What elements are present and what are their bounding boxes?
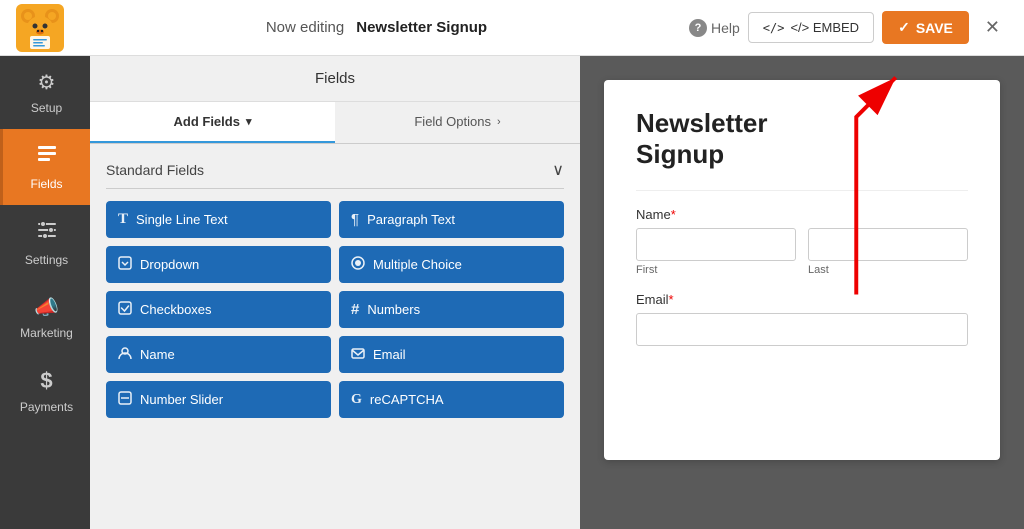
name-inputs: First Last: [636, 228, 968, 276]
numbers-button[interactable]: # Numbers: [339, 291, 564, 328]
last-name-input[interactable]: [808, 228, 968, 261]
top-bar-actions: ? Help </> </> EMBED ✓ SAVE ✕: [689, 11, 1008, 44]
setup-icon: ⚙: [38, 70, 56, 95]
chevron-right-icon: ›: [497, 116, 501, 128]
email-input[interactable]: [636, 313, 968, 346]
name-button[interactable]: Name: [106, 336, 331, 373]
email-label: Email: [373, 347, 406, 362]
tabs-row: Add Fields ▾ Field Options ›: [90, 102, 580, 144]
logo: [16, 4, 64, 52]
section-collapse-icon[interactable]: ∨: [552, 160, 564, 180]
checkboxes-label: Checkboxes: [140, 302, 212, 317]
name-label: Name: [140, 347, 175, 362]
paragraph-text-label: Paragraph Text: [367, 212, 455, 227]
sidebar-item-setup[interactable]: ⚙ Setup: [0, 56, 90, 129]
name-label: Name*: [636, 207, 968, 222]
sidebar-label-setup: Setup: [31, 101, 62, 115]
multiple-choice-icon: [351, 256, 365, 273]
bear-icon: [16, 4, 64, 52]
preview-panel: Newsletter Signup Name* First Last: [580, 56, 1024, 529]
numbers-icon: #: [351, 301, 359, 318]
number-slider-button[interactable]: Number Slider: [106, 381, 331, 418]
form-title: Newsletter Signup: [636, 108, 968, 170]
main-layout: ⚙ Setup Fields Settings 📣 Marketing $ Pa…: [0, 56, 1024, 529]
multiple-choice-label: Multiple Choice: [373, 257, 462, 272]
first-name-wrap: First: [636, 228, 796, 276]
form-preview: Newsletter Signup Name* First Last: [604, 80, 1000, 460]
fields-title: Fields: [315, 70, 355, 87]
standard-fields-header: Standard Fields ∨: [106, 160, 564, 189]
help-button[interactable]: ? Help: [689, 19, 740, 37]
dropdown-button[interactable]: Dropdown: [106, 246, 331, 283]
code-icon: </>: [763, 21, 785, 35]
email-label: Email*: [636, 292, 968, 307]
last-name-wrap: Last: [808, 228, 968, 276]
fields-header: Fields: [90, 56, 580, 102]
sidebar: ⚙ Setup Fields Settings 📣 Marketing $ Pa…: [0, 56, 90, 529]
sidebar-item-payments[interactable]: $ Payments: [0, 354, 90, 428]
settings-icon: [36, 219, 58, 247]
number-slider-icon: [118, 391, 132, 408]
tab-add-fields[interactable]: Add Fields ▾: [90, 102, 335, 143]
top-bar: Now editing Newsletter Signup ? Help </>…: [0, 0, 1024, 56]
tab-add-fields-label: Add Fields: [174, 114, 240, 129]
recaptcha-button[interactable]: G reCAPTCHA: [339, 381, 564, 418]
tab-field-options[interactable]: Field Options ›: [335, 102, 580, 143]
single-line-text-icon: T: [118, 211, 128, 228]
paragraph-text-icon: ¶: [351, 211, 359, 228]
email-field-group: Email*: [636, 292, 968, 346]
email-icon: [351, 346, 365, 363]
name-field-group: Name* First Last: [636, 207, 968, 276]
recaptcha-label: reCAPTCHA: [370, 392, 444, 407]
first-name-input[interactable]: [636, 228, 796, 261]
dropdown-label: Dropdown: [140, 257, 199, 272]
sidebar-item-fields[interactable]: Fields: [0, 129, 90, 205]
checkboxes-button[interactable]: Checkboxes: [106, 291, 331, 328]
sidebar-label-fields: Fields: [30, 177, 62, 191]
recaptcha-icon: G: [351, 392, 362, 408]
marketing-icon: 📣: [34, 295, 59, 320]
numbers-label: Numbers: [367, 302, 420, 317]
section-title: Standard Fields: [106, 162, 204, 178]
name-icon: [118, 346, 132, 363]
embed-button[interactable]: </> </> EMBED: [748, 12, 874, 43]
fields-icon: [36, 143, 58, 171]
email-required-star: *: [669, 292, 674, 307]
multiple-choice-button[interactable]: Multiple Choice: [339, 246, 564, 283]
first-sublabel: First: [636, 264, 796, 276]
sidebar-label-marketing: Marketing: [20, 326, 73, 340]
dropdown-icon: [118, 256, 132, 273]
tab-field-options-label: Field Options: [414, 114, 491, 129]
checkmark-icon: ✓: [898, 19, 910, 36]
save-button[interactable]: ✓ SAVE: [882, 11, 969, 44]
editing-prefix: Now editing: [266, 19, 344, 36]
sidebar-item-settings[interactable]: Settings: [0, 205, 90, 281]
single-line-text-button[interactable]: T Single Line Text: [106, 201, 331, 238]
close-button[interactable]: ✕: [977, 13, 1008, 42]
payments-icon: $: [40, 368, 52, 394]
editing-info: Now editing Newsletter Signup: [76, 19, 677, 36]
number-slider-label: Number Slider: [140, 392, 223, 407]
paragraph-text-button[interactable]: ¶ Paragraph Text: [339, 201, 564, 238]
field-buttons-grid: T Single Line Text ¶ Paragraph Text Drop…: [106, 201, 564, 418]
form-divider: [636, 190, 968, 191]
single-line-text-label: Single Line Text: [136, 212, 228, 227]
checkboxes-icon: [118, 301, 132, 318]
sidebar-item-marketing[interactable]: 📣 Marketing: [0, 281, 90, 354]
sidebar-label-settings: Settings: [25, 253, 68, 267]
content-panel: Fields Add Fields ▾ Field Options › Stan…: [90, 56, 580, 529]
last-sublabel: Last: [808, 264, 968, 276]
form-name: Newsletter Signup: [356, 19, 487, 36]
email-button[interactable]: Email: [339, 336, 564, 373]
help-circle-icon: ?: [689, 19, 707, 37]
name-required-star: *: [671, 207, 676, 222]
fields-content: Standard Fields ∨ T Single Line Text ¶ P…: [90, 144, 580, 529]
sidebar-label-payments: Payments: [20, 400, 73, 414]
chevron-down-icon: ▾: [246, 115, 252, 128]
